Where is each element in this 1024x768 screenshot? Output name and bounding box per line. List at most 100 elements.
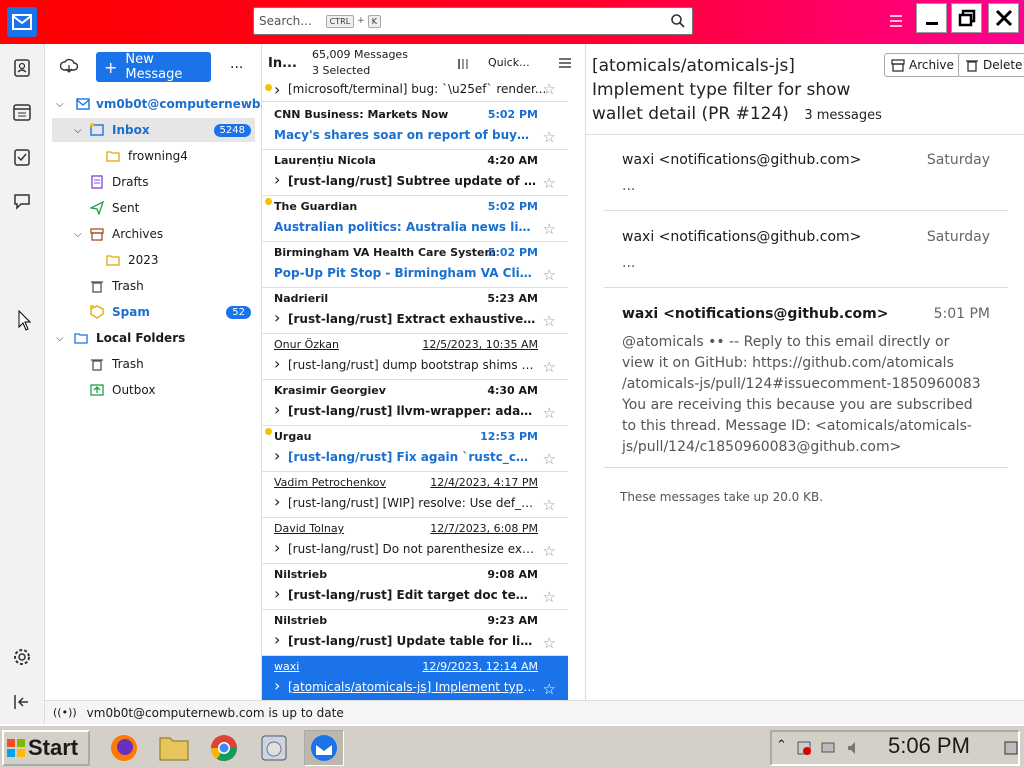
collapse-sidebar-icon[interactable] xyxy=(12,692,32,712)
folder-spam[interactable]: Spam 52 xyxy=(52,300,255,324)
message-sender: Onur Özkan xyxy=(274,338,339,351)
start-label: Start xyxy=(28,735,79,760)
status-text: vm0b0t@computernewb.com is up to date xyxy=(86,705,344,720)
account-row[interactable]: ⌵ vm0b0t@computernewb... xyxy=(52,92,274,116)
message-row[interactable]: Nilstrieb 9:23 AM › [rust-lang/rust] Update… xyxy=(262,610,568,656)
chrome-taskbar-button[interactable] xyxy=(204,730,244,766)
star-icon[interactable]: ☆ xyxy=(543,312,556,330)
delete-button[interactable]: Delete xyxy=(958,53,1024,77)
thread-chevron-icon[interactable]: › xyxy=(274,400,280,419)
calendar-icon[interactable] xyxy=(12,102,32,122)
thread-chevron-icon[interactable]: › xyxy=(274,446,280,465)
message-date: 9:08 AM xyxy=(487,568,538,581)
local-folders-row[interactable]: ⌵ Local Folders xyxy=(52,326,255,350)
message-sender: Nilstrieb xyxy=(274,614,328,627)
star-icon[interactable]: ☆ xyxy=(543,634,556,652)
star-icon[interactable]: ☆ xyxy=(543,496,556,514)
thread-chevron-icon[interactable]: › xyxy=(274,170,280,189)
folder-frowning4[interactable]: frowning4 xyxy=(52,144,255,168)
new-message-button[interactable]: + New Message xyxy=(96,52,211,82)
minimize-button[interactable] xyxy=(916,3,947,33)
folder-outbox[interactable]: Outbox xyxy=(52,378,255,402)
message-row[interactable]: The Guardian 5:02 PM Australian politics: … xyxy=(262,196,568,242)
tray-network-icon[interactable] xyxy=(820,740,836,756)
message-row[interactable]: Nilstrieb 9:08 AM › [rust-lang/rust] Edit t… xyxy=(262,564,568,610)
folder-trash[interactable]: Trash xyxy=(52,274,255,298)
mail-app-icon[interactable] xyxy=(7,7,37,37)
folder-drafts[interactable]: Drafts xyxy=(52,170,255,194)
folder-label: Inbox xyxy=(112,123,150,137)
show-desktop-icon[interactable] xyxy=(1004,740,1018,756)
quick-filter-icon[interactable] xyxy=(457,57,471,71)
display-options-icon[interactable] xyxy=(558,56,572,70)
address-book-icon[interactable] xyxy=(12,58,32,78)
thread-chevron-icon[interactable]: › xyxy=(274,630,280,649)
thread-chevron-icon[interactable]: › xyxy=(274,80,280,99)
tray-volume-icon[interactable] xyxy=(846,740,862,756)
reading-pane: [atomicals/atomicals-js] Implement type … xyxy=(586,44,1024,700)
folder-inbox[interactable]: ⌵ Inbox 5248 xyxy=(52,118,255,142)
search-icon[interactable] xyxy=(670,13,686,29)
star-icon[interactable]: ☆ xyxy=(543,404,556,422)
message-sender: Nilstrieb xyxy=(274,568,328,581)
message-row[interactable]: Vadim Petrochenkov 12/4/2023, 4:17 PM › [ru… xyxy=(262,472,568,518)
star-icon[interactable]: ☆ xyxy=(543,128,556,146)
folder-pane-more-button[interactable]: ... xyxy=(230,56,243,72)
star-icon[interactable]: ☆ xyxy=(543,80,556,98)
star-icon[interactable]: ☆ xyxy=(543,266,556,284)
quick-filter-button[interactable]: Quick... xyxy=(488,56,530,69)
message-row[interactable]: › [microsoft/terminal] bug: `\u25ef` rend… xyxy=(262,80,568,102)
star-icon[interactable]: ☆ xyxy=(543,588,556,606)
get-messages-icon[interactable] xyxy=(60,58,78,74)
message-row[interactable]: Laurențiu Nicola 4:20 AM › [rust-lang/rust]… xyxy=(262,150,568,196)
start-button[interactable]: Start xyxy=(2,730,90,766)
folder-archives[interactable]: ⌵ Archives xyxy=(52,222,255,246)
taskbar-clock[interactable]: 5:06 PM xyxy=(888,733,970,759)
star-icon[interactable]: ☆ xyxy=(543,450,556,468)
thread-chevron-icon[interactable]: › xyxy=(274,538,280,557)
thread-chevron-icon[interactable]: › xyxy=(274,492,280,511)
search-input[interactable]: Search... CTRL + K xyxy=(253,7,693,35)
message-row[interactable]: Nadrieril 5:23 AM › [rust-lang/rust] Extrac… xyxy=(262,288,568,334)
thread-message-expanded[interactable]: waxi <notifications@github.com> 5:01 PM … xyxy=(604,298,1008,468)
tray-expand-icon[interactable]: ⌃ xyxy=(776,738,787,753)
star-icon[interactable]: ☆ xyxy=(543,358,556,376)
thunderbird-taskbar-button[interactable] xyxy=(304,730,344,766)
message-row[interactable]: Birmingham VA Health Care System 5:02 PM P… xyxy=(262,242,568,288)
folder-local-trash[interactable]: Trash xyxy=(52,352,255,376)
star-icon[interactable]: ☆ xyxy=(543,680,556,698)
message-date: 9:23 AM xyxy=(487,614,538,627)
message-sender: CNN Business: Markets Now xyxy=(274,108,449,121)
folder-sent[interactable]: Sent xyxy=(52,196,255,220)
thread-message-collapsed[interactable]: waxi <notifications@github.com> Saturday… xyxy=(604,144,1008,211)
thread-chevron-icon[interactable]: › xyxy=(274,354,280,373)
thread-message-count: 3 messages xyxy=(804,108,882,123)
app-menu-icon[interactable] xyxy=(888,14,904,28)
message-row[interactable]: David Tolnay 12/7/2023, 6:08 PM › [rust-lan… xyxy=(262,518,568,564)
folder-2023[interactable]: 2023 xyxy=(52,248,255,272)
restore-button[interactable] xyxy=(951,3,982,33)
archive-button[interactable]: Archive xyxy=(884,53,961,77)
thread-chevron-icon[interactable]: › xyxy=(274,308,280,327)
chat-icon[interactable] xyxy=(12,191,32,211)
star-icon[interactable]: ☆ xyxy=(543,174,556,192)
close-button[interactable] xyxy=(988,3,1019,33)
thread-message-collapsed[interactable]: waxi <notifications@github.com> Saturday… xyxy=(604,221,1008,288)
star-icon[interactable]: ☆ xyxy=(543,542,556,560)
message-row[interactable]: Onur Özkan 12/5/2023, 10:35 AM › [rust-lang… xyxy=(262,334,568,380)
account-icon xyxy=(76,98,90,110)
settings-gear-icon[interactable] xyxy=(12,647,32,667)
header-divider xyxy=(586,134,1024,135)
message-row[interactable]: waxi 12/9/2023, 12:14 AM › [atomicals/atomi… xyxy=(262,656,568,700)
tasks-icon[interactable] xyxy=(12,147,32,167)
file-explorer-taskbar-button[interactable] xyxy=(154,730,194,766)
tray-security-icon[interactable] xyxy=(796,740,812,756)
firefox-taskbar-button[interactable] xyxy=(104,730,144,766)
star-icon[interactable]: ☆ xyxy=(543,220,556,238)
message-row[interactable]: Urgau 12:53 PM › [rust-lang/rust] Fix again… xyxy=(262,426,568,472)
message-row[interactable]: CNN Business: Markets Now 5:02 PM Macy's s… xyxy=(262,104,568,150)
message-row[interactable]: Krasimir Georgiev 4:30 AM › [rust-lang/rust… xyxy=(262,380,568,426)
thread-chevron-icon[interactable]: › xyxy=(274,584,280,603)
media-taskbar-button[interactable] xyxy=(254,730,294,766)
thread-chevron-icon[interactable]: › xyxy=(274,676,280,695)
